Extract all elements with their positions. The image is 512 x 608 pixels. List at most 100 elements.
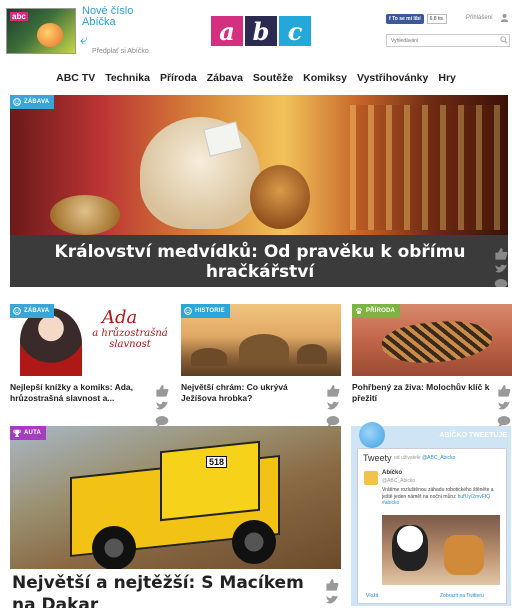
book-cover-title: Ada <box>102 307 138 328</box>
category-badge[interactable]: ZÁBAVA <box>10 304 55 318</box>
twitter-widget: ABÍČKO TWEETUJE Tweety od uživatele @ABC… <box>351 422 511 606</box>
like-icon[interactable] <box>326 384 340 397</box>
hero-share-buttons <box>494 247 508 287</box>
dome-small <box>191 348 227 366</box>
share-buttons <box>497 384 511 428</box>
nav-item-souteze[interactable]: Soutěže <box>248 72 298 88</box>
teddy-bear <box>140 117 260 229</box>
cover-figure <box>37 23 63 47</box>
truck-wheel <box>232 520 276 564</box>
logo-letter-b: b <box>245 16 277 46</box>
timeline-by-label: od uživatele <box>394 455 421 461</box>
tweet-image-figure <box>392 525 428 571</box>
nav-item-komiksy[interactable]: Komiksy <box>298 72 352 88</box>
illustrated-girl <box>20 308 82 376</box>
subscribe-link[interactable]: Předplať si Abíčko <box>92 48 149 55</box>
facebook-like-label: To se mi líbí <box>392 16 421 22</box>
hero-title[interactable]: Království medvídků: Od pravěku k obřímu… <box>30 242 490 282</box>
abicko-mascot-icon <box>359 422 385 448</box>
nav-item-priroda[interactable]: Příroda <box>155 72 202 88</box>
tweet-text: Vrátíme rozluštěnou záhadu robotického š… <box>382 487 502 507</box>
hero-image[interactable] <box>10 95 508 235</box>
site-logo[interactable]: a b c <box>211 16 311 46</box>
hero-category-badge[interactable]: ZÁBAVA <box>10 95 55 109</box>
logo-letter-c: c <box>279 16 311 46</box>
category-badge[interactable]: PŘÍRODA <box>352 304 401 318</box>
paw-icon <box>355 307 363 314</box>
truck-cab <box>160 440 260 522</box>
feature-category-badge[interactable]: AUTA <box>10 426 47 440</box>
dome-medium <box>297 344 327 364</box>
nav-item-abc-tv[interactable]: ABC TV <box>51 72 100 88</box>
twitter-icon[interactable] <box>497 400 511 413</box>
trophy-icon <box>13 429 21 437</box>
nav-item-technika[interactable]: Technika <box>100 72 155 88</box>
site-header: abc Nové číslo Abíčka ⤶ Předplať si Abíč… <box>0 0 512 62</box>
twitter-icon[interactable] <box>326 400 340 413</box>
tweet-image[interactable] <box>382 515 500 585</box>
logo-letter-a: a <box>211 16 243 46</box>
view-on-twitter-link[interactable]: Zobrazit na Twitteru <box>440 593 484 599</box>
facebook-like-button[interactable]: f To se mi líbí <box>386 14 424 24</box>
embed-link[interactable]: Vložit <box>366 593 378 599</box>
category-badge[interactable]: HISTORIE <box>181 304 230 318</box>
twitter-icon[interactable] <box>155 400 169 413</box>
carousel-background <box>350 105 500 230</box>
category-label: HISTORIE <box>195 308 225 314</box>
twitter-icon[interactable] <box>325 594 339 607</box>
feature-article-image[interactable]: 518 <box>10 426 341 569</box>
twitter-timeline[interactable]: Tweety od uživatele @ABC_Abicko Abíčko @… <box>357 448 507 604</box>
like-icon[interactable] <box>494 247 508 260</box>
tweet-avatar[interactable] <box>364 471 378 485</box>
magazine-promo[interactable]: abc Nové číslo Abíčka ⤶ Předplať si Abíč… <box>4 6 154 58</box>
like-icon[interactable] <box>497 384 511 397</box>
nav-item-hry[interactable]: Hry <box>433 72 461 88</box>
promo-title[interactable]: Nové číslo Abíčka <box>82 6 162 28</box>
truck-wheel <box>92 526 136 569</box>
search-icon[interactable] <box>500 36 508 44</box>
timeline-title: Tweety <box>363 453 392 463</box>
main-navigation: ABC TV Technika Příroda Zábava Soutěže K… <box>0 72 512 88</box>
twitter-widget-header: ABÍČKO TWEETUJE <box>439 432 507 439</box>
teddy-bear-small <box>50 195 120 235</box>
tweet-author-handle[interactable]: @ABC_Abicko <box>382 478 415 484</box>
facebook-like-widget: f To se mi líbí 6,8 tis. <box>386 14 448 24</box>
search-input[interactable] <box>386 34 510 47</box>
article-card[interactable]: PŘÍRODA Pohřbený za živa: Molochův klíč … <box>352 304 512 428</box>
smile-icon <box>184 307 192 315</box>
magazine-cover-image[interactable]: abc <box>6 8 76 54</box>
feature-share-buttons <box>325 578 339 608</box>
smile-icon <box>13 98 21 106</box>
facebook-like-count: 6,8 tis. <box>426 14 448 24</box>
book-cover-subtitle: a hrůzostrašná slavnost <box>92 328 168 350</box>
feature-article-title[interactable]: Největší a nejtěžší: S Macíkem na Dakar <box>12 572 312 608</box>
feature-category-label: AUTA <box>24 430 42 436</box>
smile-icon <box>13 307 21 315</box>
timeline-by-handle[interactable]: @ABC_Abicko <box>422 455 455 461</box>
church-dome <box>239 334 289 364</box>
nav-item-vystrihovanky[interactable]: Vystřihovánky <box>352 72 433 88</box>
timeline-byline: od uživatele @ABC_Abicko <box>394 455 455 461</box>
like-icon[interactable] <box>325 578 339 591</box>
nav-item-zabava[interactable]: Zábava <box>202 72 248 88</box>
article-title[interactable]: Nejlepší knížky a komiks: Ada, hrůzostra… <box>10 382 150 404</box>
share-buttons <box>155 384 169 428</box>
article-card[interactable]: Ada a hrůzostrašná slavnost ZÁBAVA Nejle… <box>10 304 170 428</box>
twitter-icon[interactable] <box>494 263 508 276</box>
share-buttons <box>326 384 340 428</box>
hero-article[interactable]: ZÁBAVA Království medvídků: Od pravěku k… <box>10 95 508 287</box>
hero-category-label: ZÁBAVA <box>24 99 50 105</box>
login-link[interactable]: Přihlášení <box>466 15 493 21</box>
article-title[interactable]: Pohřbený za živa: Molochův klíč k přežit… <box>352 382 492 404</box>
like-icon[interactable] <box>155 384 169 397</box>
thorny-devil-lizard <box>380 316 494 368</box>
comment-icon[interactable] <box>494 278 508 287</box>
category-label: ZÁBAVA <box>24 308 50 314</box>
truck-number: 518 <box>206 456 228 468</box>
article-title[interactable]: Největší chrám: Co ukrývá Ježíšova hrobk… <box>181 382 321 404</box>
tweet-image-figure <box>444 535 484 575</box>
teddy-bear-brown <box>250 165 310 229</box>
tweet-author-name[interactable]: Abíčko <box>382 470 402 476</box>
article-card[interactable]: HISTORIE Největší chrám: Co ukrývá Ježíš… <box>181 304 341 428</box>
user-icon[interactable] <box>500 13 509 22</box>
